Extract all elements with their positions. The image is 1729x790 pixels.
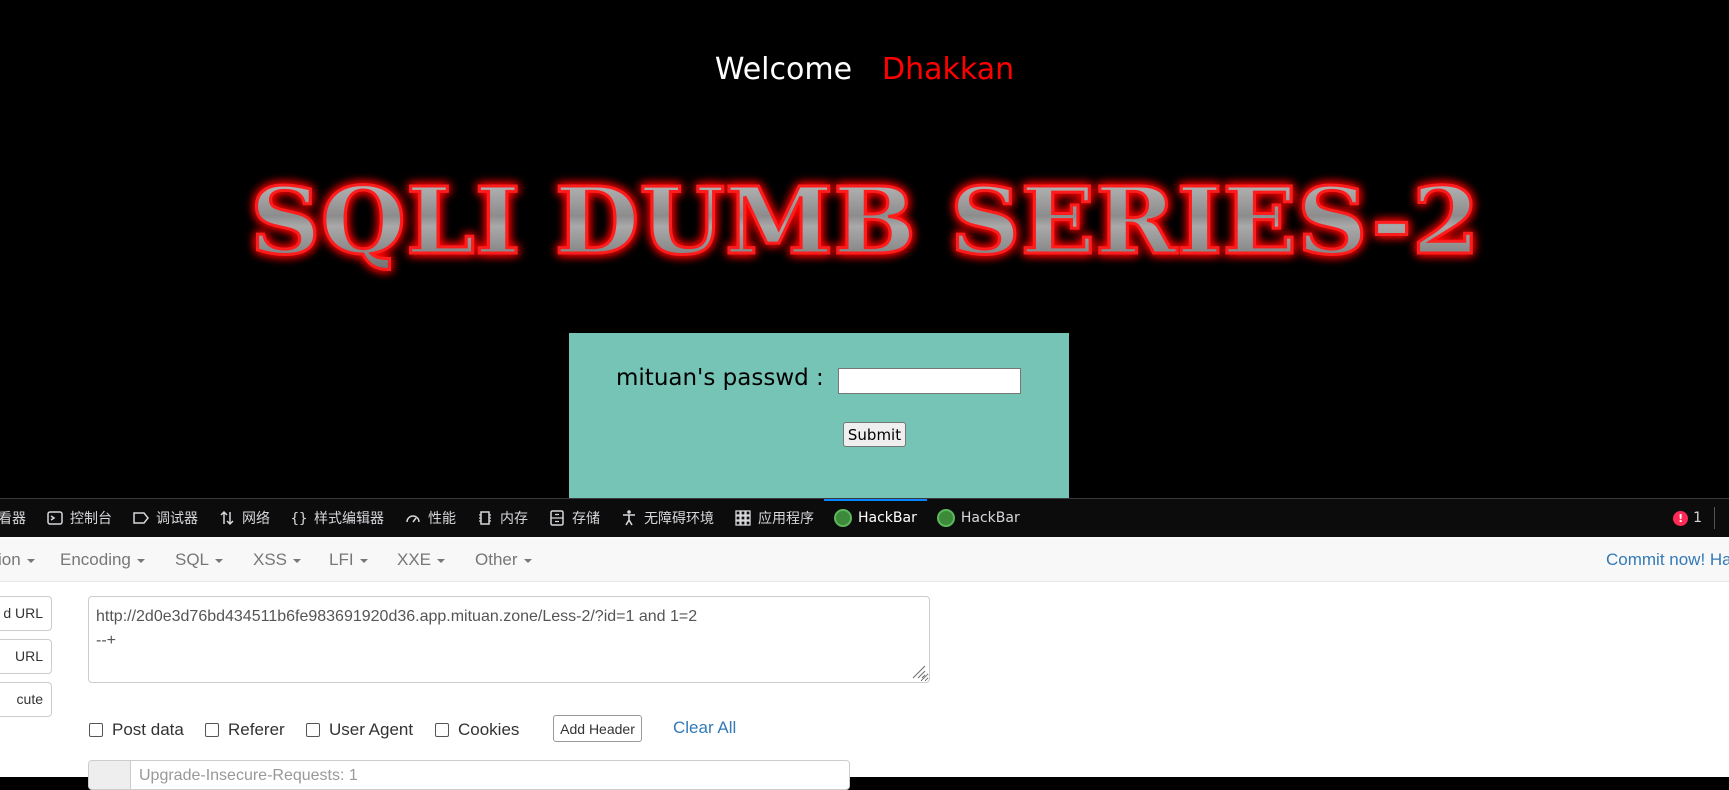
menu-encryption[interactable]: ion bbox=[0, 537, 35, 582]
caret-down-icon bbox=[136, 558, 145, 563]
tab-label: 内存 bbox=[500, 511, 528, 527]
checkbox-label: Cookies bbox=[458, 720, 520, 739]
menu-label: ion bbox=[0, 550, 21, 569]
menu-label: LFI bbox=[329, 550, 354, 569]
svg-text:{}: {} bbox=[291, 511, 308, 527]
memory-icon bbox=[476, 509, 494, 527]
password-label: mituan's passwd : bbox=[616, 365, 824, 391]
tab-hackbar-1[interactable]: HackBar bbox=[824, 499, 927, 537]
login-form: mituan's passwd : Submit bbox=[569, 333, 1069, 498]
tab-label: 无障碍环境 bbox=[644, 511, 714, 527]
menu-xss[interactable]: XSS bbox=[253, 537, 302, 582]
console-icon bbox=[46, 509, 64, 527]
tab-storage[interactable]: 存储 bbox=[538, 499, 610, 537]
caret-down-icon bbox=[26, 558, 35, 563]
storage-icon bbox=[548, 509, 566, 527]
tab-accessibility[interactable]: 无障碍环境 bbox=[610, 499, 724, 537]
menu-xxe[interactable]: XXE bbox=[397, 537, 446, 582]
tab-label: 网络 bbox=[242, 511, 270, 527]
checkbox-box[interactable] bbox=[306, 723, 320, 737]
tab-label: 查看器 bbox=[0, 511, 26, 527]
title-graphic: SQLI DUMB SERIES-2 bbox=[249, 166, 1482, 277]
submit-button[interactable]: Submit bbox=[843, 422, 906, 447]
page-content: Welcome Dhakkan SQLI DUMB SERIES-2 mitua… bbox=[0, 0, 1729, 498]
caret-down-icon bbox=[359, 558, 368, 563]
welcome-text: Welcome bbox=[714, 52, 853, 87]
tab-memory[interactable]: 内存 bbox=[466, 499, 538, 537]
devtools-right-controls: ! 1 bbox=[1673, 499, 1715, 537]
tab-hackbar-2[interactable]: HackBar bbox=[927, 499, 1030, 537]
tab-label: 存储 bbox=[572, 511, 600, 527]
clear-all-link[interactable]: Clear All bbox=[673, 718, 736, 738]
performance-icon bbox=[404, 509, 422, 527]
cookies-checkbox[interactable]: Cookies bbox=[435, 720, 519, 740]
url-textarea[interactable]: http://2d0e3d76bd434511b6fe983691920d36.… bbox=[88, 596, 930, 683]
application-icon bbox=[734, 509, 752, 527]
page-title-banner: SQLI DUMB SERIES-2 bbox=[240, 165, 1490, 277]
accessibility-icon bbox=[620, 509, 638, 527]
devtools-toolbar: 查看器 控制台 调试器 网络 {} 样式编辑器 性能 内存 存储 无障碍环境 应… bbox=[0, 498, 1729, 537]
post-data-checkbox[interactable]: Post data bbox=[89, 720, 184, 740]
hackbar-menu: ion Encoding SQL XSS LFI XXE Other Commi… bbox=[0, 537, 1729, 582]
style-editor-icon: {} bbox=[290, 509, 308, 527]
debugger-icon bbox=[132, 509, 150, 527]
execute-button[interactable]: cute bbox=[0, 682, 52, 717]
network-icon bbox=[218, 509, 236, 527]
error-count[interactable]: 1 bbox=[1693, 510, 1702, 526]
menu-label: XSS bbox=[253, 550, 288, 569]
tab-performance[interactable]: 性能 bbox=[394, 499, 466, 537]
menu-lfi[interactable]: LFI bbox=[329, 537, 368, 582]
checkbox-label: Post data bbox=[112, 720, 184, 739]
menu-label: Other bbox=[475, 550, 518, 569]
tab-label: HackBar bbox=[858, 510, 917, 526]
checkbox-box[interactable] bbox=[205, 723, 219, 737]
header-toggle[interactable] bbox=[89, 761, 131, 789]
caret-down-icon bbox=[523, 558, 532, 563]
hackbar-icon bbox=[936, 509, 955, 527]
tab-label: 调试器 bbox=[156, 511, 198, 527]
tab-debugger[interactable]: 调试器 bbox=[122, 499, 208, 537]
menu-encoding[interactable]: Encoding bbox=[60, 537, 145, 582]
welcome-line: Welcome Dhakkan bbox=[0, 52, 1729, 87]
tab-label: 应用程序 bbox=[758, 511, 814, 527]
checkbox-box[interactable] bbox=[89, 723, 103, 737]
load-url-button[interactable]: d URL bbox=[0, 596, 52, 631]
user-agent-checkbox[interactable]: User Agent bbox=[306, 720, 413, 740]
error-icon[interactable]: ! bbox=[1673, 510, 1689, 526]
hackbar-icon bbox=[834, 509, 852, 527]
toolbar-divider bbox=[1714, 507, 1715, 529]
tab-style-editor[interactable]: {} 样式编辑器 bbox=[280, 499, 394, 537]
split-url-button[interactable]: URL bbox=[0, 639, 52, 674]
tab-label: 样式编辑器 bbox=[314, 511, 384, 527]
menu-label: Encoding bbox=[60, 550, 131, 569]
menu-label: XXE bbox=[397, 550, 432, 569]
menu-sql[interactable]: SQL bbox=[175, 537, 224, 582]
checkbox-label: User Agent bbox=[329, 720, 414, 739]
caret-down-icon bbox=[215, 558, 224, 563]
menu-label: SQL bbox=[175, 550, 210, 569]
tab-network[interactable]: 网络 bbox=[208, 499, 280, 537]
add-header-button[interactable]: Add Header bbox=[553, 715, 642, 742]
caret-down-icon bbox=[293, 558, 302, 563]
caret-down-icon bbox=[437, 558, 446, 563]
header-row: Upgrade-Insecure-Requests: 1 bbox=[88, 760, 850, 790]
password-input[interactable] bbox=[838, 368, 1021, 394]
tab-label: 控制台 bbox=[70, 511, 112, 527]
resize-grip-icon[interactable] bbox=[910, 663, 926, 679]
hackbar-panel: ion Encoding SQL XSS LFI XXE Other Commi… bbox=[0, 537, 1729, 790]
menu-other[interactable]: Other bbox=[475, 537, 532, 582]
checkbox-label: Referer bbox=[228, 720, 285, 739]
commit-link[interactable]: Commit now! Ha bbox=[1606, 537, 1729, 582]
tab-label: HackBar bbox=[960, 510, 1020, 526]
tab-application[interactable]: 应用程序 bbox=[724, 499, 824, 537]
tab-label: 性能 bbox=[428, 511, 456, 527]
checkbox-box[interactable] bbox=[435, 723, 449, 737]
referer-checkbox[interactable]: Referer bbox=[205, 720, 285, 740]
header-input[interactable]: Upgrade-Insecure-Requests: 1 bbox=[139, 767, 358, 785]
page-title: SQLI DUMB SERIES-2 bbox=[250, 167, 1480, 275]
tab-console[interactable]: 控制台 bbox=[36, 499, 122, 537]
welcome-name: Dhakkan bbox=[882, 52, 1015, 87]
tab-inspector[interactable]: 查看器 bbox=[0, 499, 36, 537]
